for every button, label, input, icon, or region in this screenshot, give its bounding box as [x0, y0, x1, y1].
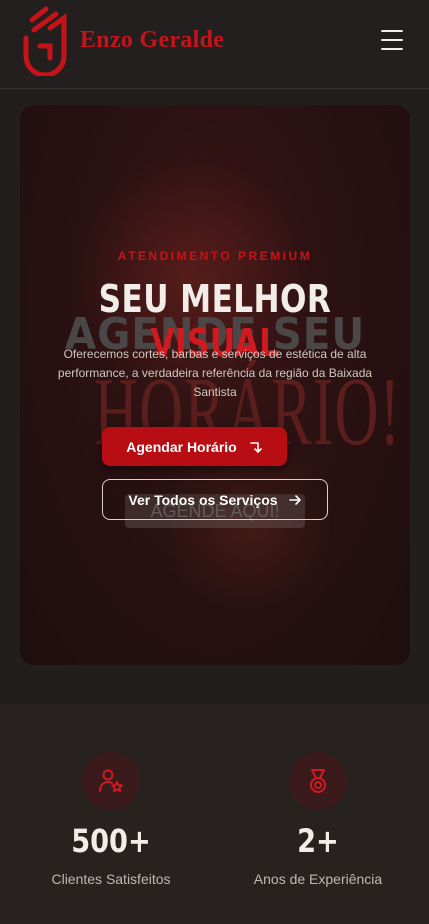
stats-section: 500+ Clientes Satisfeitos 2+ Anos de Exp…	[0, 704, 429, 924]
brand-name[interactable]: Enzo Geralde	[80, 27, 224, 54]
stat-clients-value: 500+	[71, 822, 151, 860]
user-star-icon	[99, 769, 123, 792]
menu-button[interactable]	[381, 30, 403, 50]
stat-clients-label: Clientes Satisfeitos	[51, 871, 171, 887]
site-header: Enzo Geralde	[0, 0, 429, 89]
stat-icon-wrapper	[82, 752, 140, 810]
hero-description: Oferecemos cortes, barbas e serviços de …	[57, 347, 373, 399]
arrow-right-icon	[288, 494, 301, 505]
stat-icon-wrapper	[289, 752, 347, 810]
view-services-label: Ver Todos os Serviços	[128, 491, 278, 508]
stat-experience: 2+ Anos de Experiência	[223, 752, 413, 887]
book-appointment-button[interactable]: Agendar Horário	[102, 427, 287, 466]
hero-eyebrow: ATENDIMENTO PREMIUM	[117, 249, 313, 263]
stat-clients: 500+ Clientes Satisfeitos	[16, 752, 206, 887]
hero-card: AGENDE SEU HORÁRIO! AGENDE AQUI! ATENDIM…	[20, 105, 410, 665]
view-services-button[interactable]: Ver Todos os Serviços	[102, 479, 328, 520]
hero-section: AGENDE SEU HORÁRIO! AGENDE AQUI! ATENDIM…	[0, 90, 429, 704]
stat-experience-value: 2+	[297, 822, 339, 860]
stat-experience-label: Anos de Experiência	[253, 871, 383, 887]
logo-icon[interactable]	[20, 6, 70, 76]
book-appointment-label: Agendar Horário	[126, 438, 237, 455]
arrow-down-right-icon	[249, 441, 262, 453]
hamburger-icon	[381, 30, 403, 32]
medal-icon	[310, 769, 326, 793]
hero-title-main: SEU MELHOR	[98, 277, 332, 321]
